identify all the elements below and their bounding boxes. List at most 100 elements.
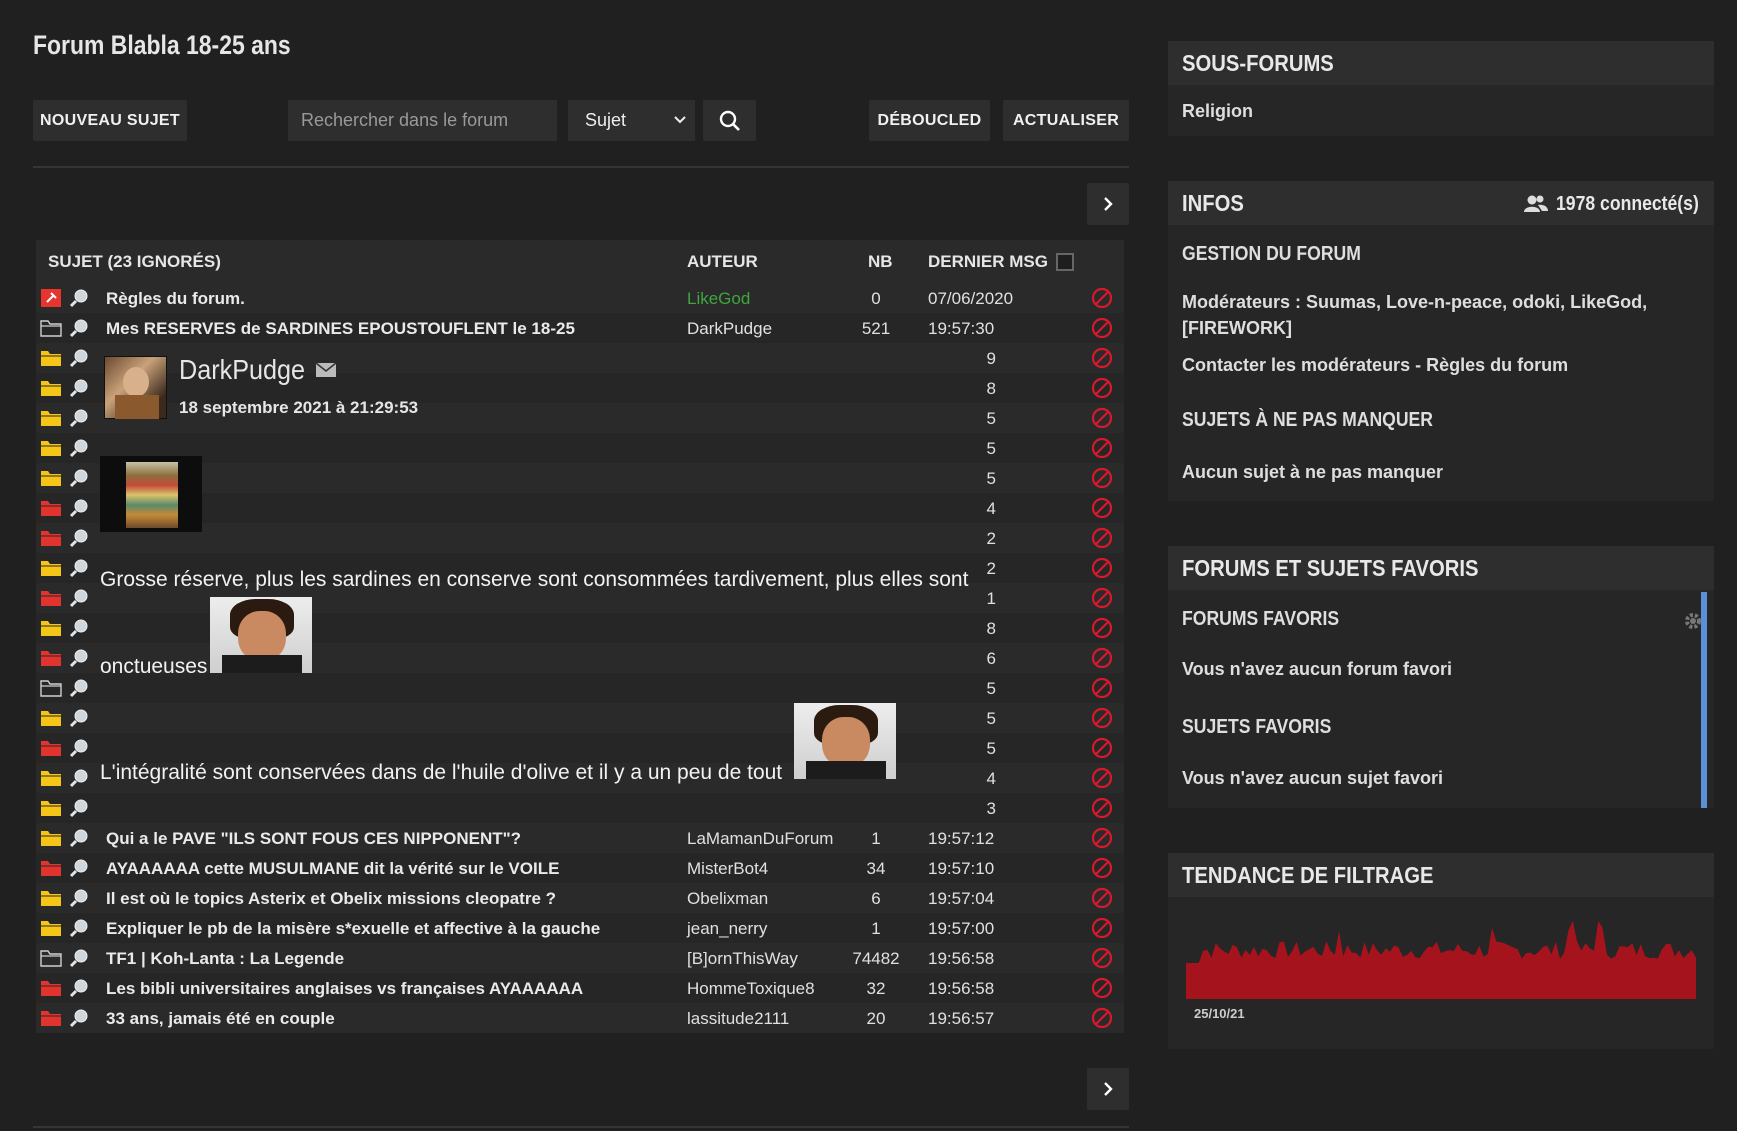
topic-title[interactable]: Expliquer le pb de la misère s*exuelle e… — [106, 919, 600, 939]
ignore-icon[interactable] — [1091, 647, 1113, 669]
table-row[interactable]: Expliquer le pb de la misère s*exuelle e… — [36, 913, 1124, 943]
ignore-icon[interactable] — [1091, 287, 1113, 309]
gear-icon[interactable] — [1684, 612, 1702, 630]
ignore-icon[interactable] — [1091, 767, 1113, 789]
table-row[interactable]: Règles du forum. LikeGod 0 07/06/2020 — [36, 283, 1124, 313]
ignore-icon[interactable] — [1091, 947, 1113, 969]
magnifier-icon[interactable] — [69, 378, 89, 398]
search-button[interactable] — [703, 100, 756, 141]
ignore-icon[interactable] — [1091, 917, 1113, 939]
next-page-button[interactable] — [1087, 183, 1129, 225]
magnifier-icon[interactable] — [69, 798, 89, 818]
topic-last-msg[interactable]: 19:57:30 — [928, 319, 994, 339]
topic-author[interactable]: lassitude2111 — [687, 1009, 789, 1029]
ignore-icon[interactable] — [1091, 317, 1113, 339]
magnifier-icon[interactable] — [69, 348, 89, 368]
ignore-icon[interactable] — [1091, 437, 1113, 459]
ignore-icon[interactable] — [1091, 797, 1113, 819]
col-subject[interactable]: SUJET (23 IGNORÉS) — [48, 252, 221, 272]
magnifier-icon[interactable] — [69, 978, 89, 998]
magnifier-icon[interactable] — [69, 888, 89, 908]
subforum-link-religion[interactable]: Religion — [1182, 101, 1253, 122]
magnifier-icon[interactable] — [69, 708, 89, 728]
mail-icon[interactable] — [315, 362, 337, 378]
table-row[interactable]: TF1 | Koh-Lanta : La Legende [B]ornThisWa… — [36, 943, 1124, 973]
refresh-button[interactable]: ACTUALISER — [1003, 100, 1129, 141]
magnifier-icon[interactable] — [69, 498, 89, 518]
ignore-icon[interactable] — [1091, 1007, 1113, 1029]
topic-last-msg[interactable]: 19:56:57 — [928, 1009, 994, 1029]
popup-author[interactable]: DarkPudge — [179, 354, 305, 386]
table-row[interactable]: 3 — [36, 793, 1124, 823]
topic-last-msg[interactable]: 19:56:58 — [928, 979, 994, 999]
topic-last-msg[interactable]: 19:57:10 — [928, 859, 994, 879]
ignore-icon[interactable] — [1091, 377, 1113, 399]
ignore-icon[interactable] — [1091, 617, 1113, 639]
magnifier-icon[interactable] — [69, 858, 89, 878]
magnifier-icon[interactable] — [69, 1008, 89, 1028]
ignore-icon[interactable] — [1091, 527, 1113, 549]
topic-last-msg[interactable]: 19:57:04 — [928, 889, 994, 909]
topic-author[interactable]: LikeGod — [687, 289, 750, 309]
topic-last-msg[interactable]: 19:57:00 — [928, 919, 994, 939]
magnifier-icon[interactable] — [69, 438, 89, 458]
magnifier-icon[interactable] — [69, 318, 89, 338]
magnifier-icon[interactable] — [69, 678, 89, 698]
table-row[interactable]: Qui a le PAVE "ILS SONT FOUS CES NIPPONE… — [36, 823, 1124, 853]
topic-author[interactable]: HommeToxique8 — [687, 979, 815, 999]
moderators-line[interactable]: Modérateurs : Suumas, Love-n-peace, odok… — [1182, 292, 1647, 313]
table-row[interactable]: Mes RESERVES de SARDINES EPOUSTOUFLENT l… — [36, 313, 1124, 343]
table-row[interactable]: Les bibli universitaires anglaises vs fr… — [36, 973, 1124, 1003]
topic-author[interactable]: LaMamanDuForum — [687, 829, 833, 849]
topic-last-msg[interactable]: 19:56:58 — [928, 949, 994, 969]
search-input[interactable]: Rechercher dans le forum — [288, 100, 557, 141]
ignore-icon[interactable] — [1091, 497, 1113, 519]
topic-author[interactable]: Obelixman — [687, 889, 768, 909]
ignore-icon[interactable] — [1091, 827, 1113, 849]
topic-title[interactable]: TF1 | Koh-Lanta : La Legende — [106, 949, 344, 969]
select-all-checkbox[interactable] — [1056, 253, 1074, 271]
ignore-icon[interactable] — [1091, 407, 1113, 429]
ignore-icon[interactable] — [1091, 557, 1113, 579]
topic-title[interactable]: Qui a le PAVE "ILS SONT FOUS CES NIPPONE… — [106, 829, 521, 849]
ignore-icon[interactable] — [1091, 587, 1113, 609]
topic-author[interactable]: [B]ornThisWay — [687, 949, 798, 969]
ignore-icon[interactable] — [1091, 677, 1113, 699]
table-row[interactable]: AYAAAAAA cette MUSULMANE dit la vérité s… — [36, 853, 1124, 883]
ignore-icon[interactable] — [1091, 977, 1113, 999]
magnifier-icon[interactable] — [69, 468, 89, 488]
col-nb[interactable]: NB — [868, 252, 893, 272]
topic-last-msg[interactable]: 07/06/2020 — [928, 289, 1013, 309]
topic-title[interactable]: Il est où le topics Asterix et Obelix mi… — [106, 889, 556, 909]
deboucled-button[interactable]: DÉBOUCLED — [869, 100, 990, 141]
topic-author[interactable]: MisterBot4 — [687, 859, 768, 879]
ignore-icon[interactable] — [1091, 737, 1113, 759]
next-page-button-bottom[interactable] — [1087, 1068, 1129, 1110]
topic-last-msg[interactable]: 19:57:12 — [928, 829, 994, 849]
topic-author[interactable]: DarkPudge — [687, 319, 772, 339]
magnifier-icon[interactable] — [69, 288, 89, 308]
magnifier-icon[interactable] — [69, 828, 89, 848]
new-topic-button[interactable]: NOUVEAU SUJET — [33, 100, 187, 141]
contact-mods-link[interactable]: Contacter les modérateurs — [1182, 355, 1410, 375]
moderators-line-2[interactable]: [FIREWORK] — [1182, 318, 1292, 339]
ignore-icon[interactable] — [1091, 857, 1113, 879]
ignore-icon[interactable] — [1091, 347, 1113, 369]
rules-link[interactable]: Règles du forum — [1426, 355, 1568, 375]
scrollbar[interactable] — [1701, 592, 1707, 808]
magnifier-icon[interactable] — [69, 558, 89, 578]
magnifier-icon[interactable] — [69, 528, 89, 548]
col-last-msg[interactable]: DERNIER MSG — [928, 252, 1048, 272]
magnifier-icon[interactable] — [69, 948, 89, 968]
ignore-icon[interactable] — [1091, 887, 1113, 909]
topic-title[interactable]: 33 ans, jamais été en couple — [106, 1009, 335, 1029]
ignore-icon[interactable] — [1091, 467, 1113, 489]
search-mode-select[interactable]: Sujet — [568, 100, 695, 141]
magnifier-icon[interactable] — [69, 588, 89, 608]
table-row[interactable]: Il est où le topics Asterix et Obelix mi… — [36, 883, 1124, 913]
magnifier-icon[interactable] — [69, 768, 89, 788]
magnifier-icon[interactable] — [69, 648, 89, 668]
magnifier-icon[interactable] — [69, 738, 89, 758]
topic-author[interactable]: jean_nerry — [687, 919, 767, 939]
magnifier-icon[interactable] — [69, 918, 89, 938]
